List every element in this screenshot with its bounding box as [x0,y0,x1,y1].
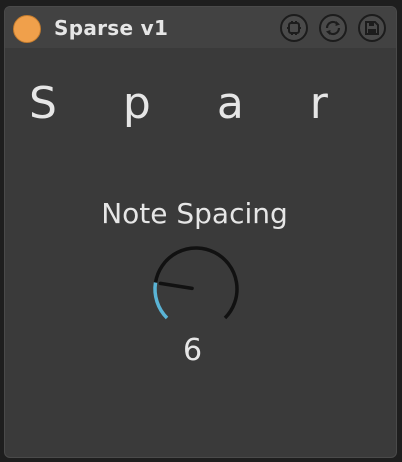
knob-pointer [158,281,194,291]
device-icon[interactable] [280,14,308,42]
power-toggle[interactable] [13,15,41,43]
knob-value: 6 [182,333,203,368]
save-icon[interactable] [358,14,386,42]
knob-value-arc [153,282,169,320]
device-title: Sparse v1 [54,16,169,40]
device-panel: Sparse v1 S p a r Note Spacing 6 [4,6,397,458]
note-spacing-knob[interactable] [146,239,246,339]
knob-label: Note Spacing [101,197,288,230]
refresh-icon[interactable] [319,14,347,42]
title-bar: Sparse v1 [5,7,396,48]
device-heading: S p a r s e [29,78,396,129]
